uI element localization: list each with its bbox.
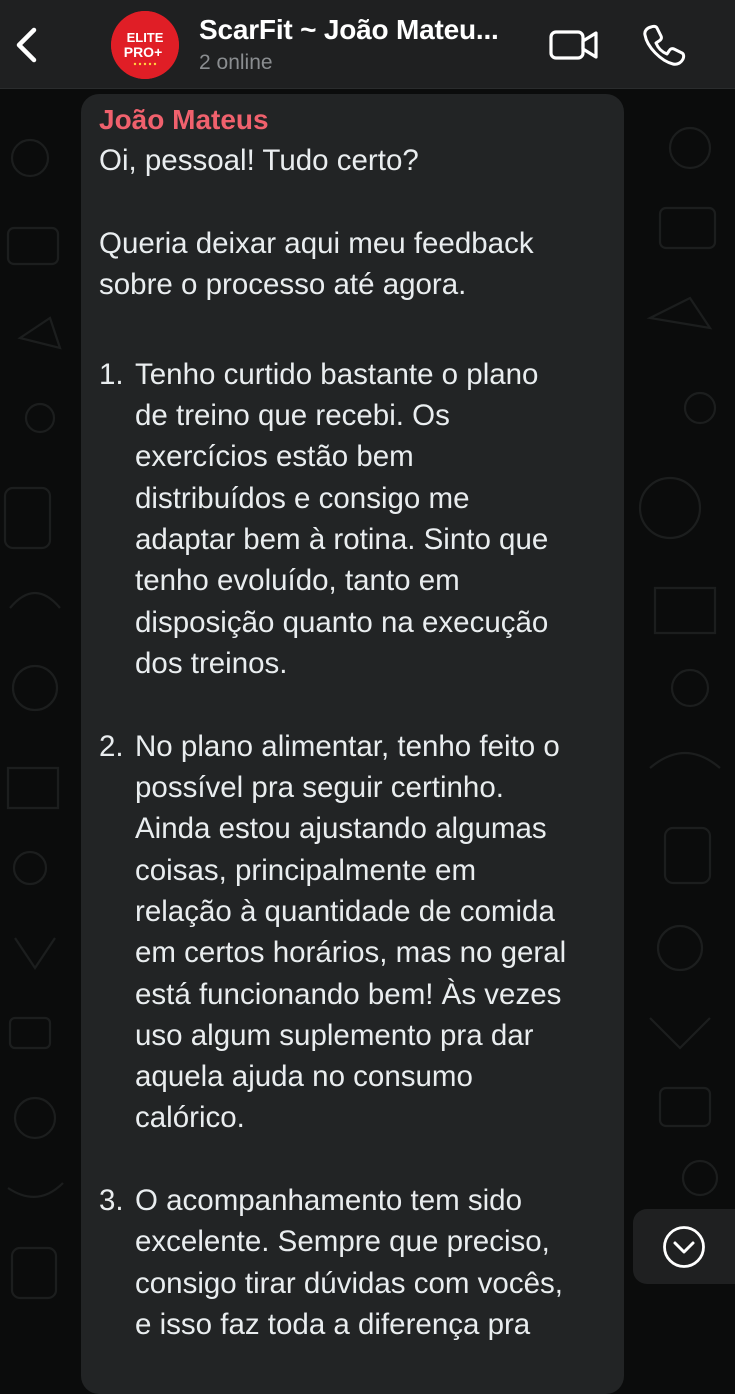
message-intro-line-2: sobre o processo até agora. bbox=[99, 268, 467, 301]
list-item-number: 2. bbox=[99, 730, 124, 763]
list-item-3-line-1: O acompanhamento tem sido bbox=[135, 1184, 522, 1217]
list-item-1-line-7: disposição quanto na execução bbox=[135, 606, 549, 639]
chevron-left-icon[interactable] bbox=[10, 24, 42, 66]
chevron-down-circle-icon bbox=[663, 1226, 705, 1268]
list-item-2-line-1: No plano alimentar, tenho feito o bbox=[135, 730, 560, 763]
elite-pro-logo: ELITE PRO+ bbox=[111, 11, 179, 79]
list-item-2-line-10: calórico. bbox=[135, 1101, 245, 1134]
list-item-1-line-3: exercícios estão bem bbox=[135, 440, 414, 473]
message-sender: João Mateus bbox=[99, 104, 269, 135]
chat-title[interactable]: ScarFit ~ João Mateu... bbox=[199, 14, 534, 46]
list-item-2-line-5: relação à quantidade de comida bbox=[135, 895, 555, 928]
group-avatar[interactable]: ELITE PRO+ bbox=[111, 11, 179, 79]
list-item-1-line-4: distribuídos e consigo me bbox=[135, 482, 470, 515]
list-item-3-line-2: excelente. Sempre que preciso, bbox=[135, 1225, 550, 1258]
list-item-3-line-3: consigo tirar dúvidas com vocês, bbox=[135, 1267, 563, 1300]
list-item-1-line-6: tenho evoluído, tanto em bbox=[135, 564, 460, 597]
svg-text:PRO+: PRO+ bbox=[124, 44, 163, 60]
list-item-2-line-7: está funcionando bem! Às vezes bbox=[135, 978, 562, 1011]
message-greeting: Oi, pessoal! Tudo certo? bbox=[99, 144, 419, 177]
list-item-3-line-4: e isso faz toda a diferença pra bbox=[135, 1308, 531, 1341]
list-item-2-line-3: Ainda estou ajustando algumas bbox=[135, 812, 547, 845]
scroll-to-bottom-button[interactable] bbox=[633, 1209, 735, 1284]
chat-status: 2 online bbox=[199, 51, 273, 74]
video-camera-icon[interactable] bbox=[548, 24, 600, 64]
list-item-1-line-2: de treino que recebi. Os bbox=[135, 399, 450, 432]
list-item-number: 3. bbox=[99, 1184, 124, 1217]
list-item-2-line-2: possível pra seguir certinho. bbox=[135, 771, 504, 804]
list-item-number: 1. bbox=[99, 358, 124, 391]
list-item-2-line-4: coisas, principalmente em bbox=[135, 854, 477, 887]
list-item-1-line-1: Tenho curtido bastante o plano bbox=[135, 358, 539, 391]
message-intro-line-1: Queria deixar aqui meu feedback bbox=[99, 227, 534, 260]
list-item-1-line-5: adaptar bem à rotina. Sinto que bbox=[135, 523, 549, 556]
svg-text:ELITE: ELITE bbox=[127, 30, 164, 45]
list-item-2-line-6: em certos horários, mas no geral bbox=[135, 936, 567, 969]
phone-icon[interactable] bbox=[642, 22, 686, 66]
list-item-2-line-8: uso algum suplemento pra dar bbox=[135, 1019, 534, 1052]
list-item-2-line-9: aquela ajuda no consumo bbox=[135, 1060, 473, 1093]
chat-header: ELITE PRO+ ScarFit ~ João Mateu... 2 onl… bbox=[0, 0, 735, 89]
list-item-1-line-8: dos treinos. bbox=[135, 647, 288, 680]
